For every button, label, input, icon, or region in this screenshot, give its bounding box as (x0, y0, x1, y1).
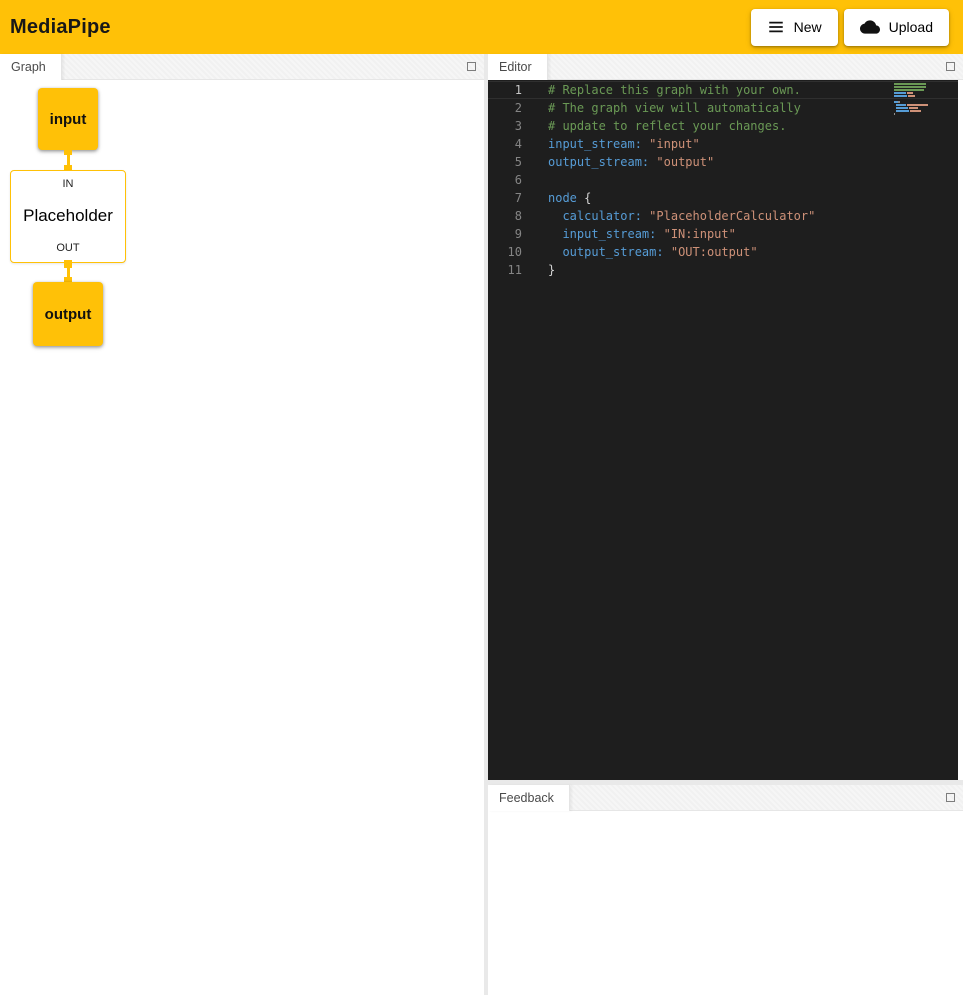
code-line[interactable]: 11} (488, 261, 958, 279)
input-node-label: input (50, 111, 87, 128)
code-line[interactable]: 9 input_stream: "IN:input" (488, 225, 958, 243)
maximize-editor-icon[interactable] (946, 62, 955, 71)
output-node-label: output (45, 306, 92, 323)
new-button-label: New (794, 19, 822, 35)
code-line[interactable]: 6 (488, 171, 958, 189)
edge-input-to-placeholder (67, 152, 70, 168)
placeholder-node-label: Placeholder (23, 206, 113, 226)
main-area: Graph input IN Placeholder OUT output (0, 54, 963, 995)
feedback-tab-label: Feedback (499, 791, 554, 805)
code-line[interactable]: 10 output_stream: "OUT:output" (488, 243, 958, 261)
graph-tab-label: Graph (11, 60, 46, 74)
upload-cloud-icon (860, 17, 880, 37)
graph-node-output[interactable]: output (33, 282, 103, 346)
tab-graph[interactable]: Graph (0, 54, 62, 80)
code-editor[interactable]: 1# Replace this graph with your own.2# T… (488, 80, 958, 780)
code-line[interactable]: 4input_stream: "input" (488, 135, 958, 153)
graph-node-placeholder[interactable]: IN Placeholder OUT (10, 170, 126, 263)
edge-placeholder-to-output (67, 265, 70, 280)
graph-tabstrip: Graph (0, 54, 484, 80)
minimap[interactable] (894, 83, 940, 116)
code-line[interactable]: 3# update to reflect your changes. (488, 117, 958, 135)
menu-icon (767, 18, 785, 36)
upload-button-label: Upload (889, 19, 933, 35)
maximize-feedback-icon[interactable] (946, 793, 955, 802)
code-line[interactable]: 1# Replace this graph with your own. (488, 81, 958, 99)
code-lines: 1# Replace this graph with your own.2# T… (488, 81, 958, 279)
graph-node-input[interactable]: input (38, 88, 98, 150)
app-header: MediaPipe New Upload (0, 0, 963, 54)
editor-panel: Editor 1# Replace this graph with your o… (488, 54, 963, 780)
feedback-body (488, 811, 963, 995)
new-button[interactable]: New (751, 9, 838, 46)
out-port-label: OUT (56, 242, 79, 254)
app-title: MediaPipe (10, 16, 111, 39)
graph-canvas[interactable]: input IN Placeholder OUT output (0, 80, 484, 995)
editor-tab-label: Editor (499, 60, 532, 74)
code-line[interactable]: 5output_stream: "output" (488, 153, 958, 171)
code-line[interactable]: 8 calculator: "PlaceholderCalculator" (488, 207, 958, 225)
in-port-label: IN (63, 178, 74, 190)
maximize-graph-icon[interactable] (467, 62, 476, 71)
right-column: Editor 1# Replace this graph with your o… (488, 54, 963, 995)
tab-feedback[interactable]: Feedback (488, 785, 570, 811)
feedback-tabstrip: Feedback (488, 785, 963, 811)
upload-button[interactable]: Upload (844, 9, 949, 46)
feedback-panel: Feedback (488, 785, 963, 995)
editor-tabstrip: Editor (488, 54, 963, 80)
code-line[interactable]: 2# The graph view will automatically (488, 99, 958, 117)
tab-editor[interactable]: Editor (488, 54, 548, 80)
graph-panel: Graph input IN Placeholder OUT output (0, 54, 484, 995)
code-line[interactable]: 7node { (488, 189, 958, 207)
